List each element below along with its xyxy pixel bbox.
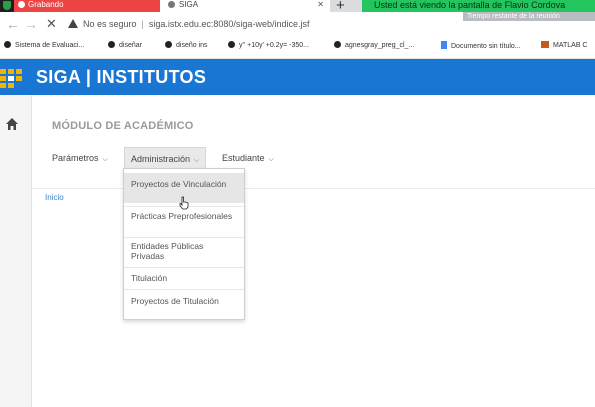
bookmark-item[interactable]: agnesgray_preg_cl_... [334, 41, 414, 51]
forward-arrow-icon[interactable]: → [24, 16, 38, 32]
browser-tab-recording[interactable]: Grabando [14, 0, 160, 12]
bookmark-item[interactable]: Documento sin título... [441, 41, 521, 52]
matlab-icon [541, 41, 549, 48]
browser-tab-strip: Grabando SIGA ✕ + Usted está viendo la p… [0, 0, 595, 12]
bookmarks-bar: Sistema de Evaluaci... diseñar diseño in… [0, 36, 595, 59]
dropdown-item-entidades[interactable]: Entidades Públicas Privadas [124, 241, 244, 267]
bookmark-label: agnesgray_preg_cl_... [345, 42, 415, 49]
sidebar [0, 95, 32, 407]
logo-icon [0, 69, 22, 88]
bookmark-label: diseño ins [176, 42, 208, 49]
url-divider: | [141, 19, 144, 29]
menu-administracion[interactable]: Administración ⌵ [124, 147, 207, 169]
home-icon[interactable] [5, 117, 19, 131]
back-arrow-icon[interactable]: ← [6, 16, 20, 32]
dropdown-item-titulacion[interactable]: Titulación [124, 273, 244, 287]
warning-icon [68, 19, 78, 28]
globe-icon [108, 41, 115, 48]
menu-parametros[interactable]: Parámetros ⌵ [46, 147, 114, 169]
screen-share-banner: Usted está viendo la pantalla de Flavio … [362, 0, 595, 12]
doc-icon [441, 41, 447, 49]
tab-favicon-icon [18, 1, 25, 8]
bookmark-label: MATLAB C [553, 42, 588, 49]
security-label: No es seguro [83, 19, 137, 29]
globe-icon [228, 41, 235, 48]
bookmark-item[interactable]: diseñar [108, 41, 142, 51]
close-tab-icon[interactable]: ✕ [317, 0, 324, 10]
app-title: SIGA | INSTITUTOS [36, 67, 207, 87]
globe-icon [165, 41, 172, 48]
chevron-down-icon: ⌵ [268, 156, 274, 163]
app-header: SIGA | INSTITUTOS [0, 59, 595, 95]
dropdown-item-practicas[interactable]: Prácticas Preprofesionales [124, 211, 244, 237]
browser-tab-siga[interactable]: SIGA ✕ [160, 0, 330, 12]
chevron-down-icon: ⌵ [102, 156, 108, 163]
url-field[interactable]: No es seguro | siga.istx.edu.ec:8080/siga-… [68, 16, 468, 32]
menu-label: Estudiante [222, 153, 265, 163]
new-tab-button[interactable]: + [336, 0, 345, 12]
breadcrumb-divider [32, 188, 595, 189]
meeting-time-banner: Tiempo restante de la reunión [463, 12, 595, 21]
globe-icon [334, 41, 341, 48]
dropdown-divider [124, 289, 244, 290]
bookmark-label: Sistema de Evaluaci... [15, 42, 85, 49]
dropdown-divider [124, 267, 244, 268]
dropdown-item-proyectos-titulacion[interactable]: Proyectos de Titulación [124, 296, 244, 310]
stop-loading-icon[interactable]: ✕ [46, 16, 57, 32]
administracion-dropdown: Proyectos de Vinculación Prácticas Prepr… [123, 168, 245, 320]
menu-label: Administración [131, 154, 191, 164]
hand-pointer-icon [179, 196, 189, 210]
module-title: MÓDULO DE ACADÉMICO [52, 120, 194, 132]
tab-label: SIGA [179, 0, 199, 9]
bookmark-label: Documento sin título... [451, 43, 521, 50]
bookmark-item[interactable]: y'' +10y' +0.2y= -350... [228, 41, 309, 51]
url-text: siga.istx.edu.ec:8080/siga-web/indice.js… [148, 19, 310, 29]
main-content: MÓDULO DE ACADÉMICO Parámetros ⌵ Administ… [32, 95, 595, 407]
bookmark-item[interactable]: MATLAB C [541, 41, 588, 51]
bookmark-item[interactable]: Sistema de Evaluaci... [4, 41, 84, 51]
bookmark-label: y'' +10y' +0.2y= -350... [239, 42, 309, 49]
dropdown-divider [124, 237, 244, 238]
menu-label: Parámetros [52, 153, 99, 163]
recording-shield-icon [0, 0, 14, 12]
bookmark-label: diseñar [119, 42, 142, 49]
breadcrumb-home-link[interactable]: Inicio [45, 193, 64, 202]
bookmark-item[interactable]: diseño ins [165, 41, 208, 51]
menu-estudiante[interactable]: Estudiante ⌵ [216, 147, 280, 169]
globe-icon [4, 41, 11, 48]
tab-favicon-icon [168, 1, 175, 8]
tab-label: Grabando [28, 0, 64, 9]
